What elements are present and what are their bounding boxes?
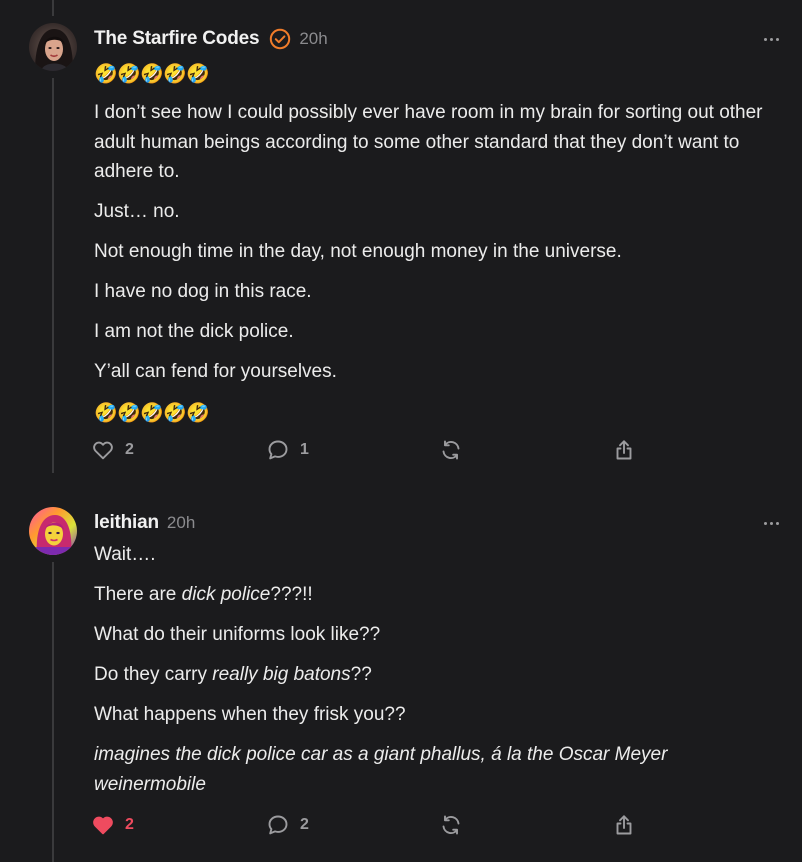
rofl-emoji-icon: 🤣	[94, 402, 118, 424]
reply-button[interactable]: 2	[266, 812, 309, 838]
post-paragraph: What do their uniforms look like??	[94, 624, 381, 645]
reply-count: 2	[300, 816, 309, 833]
post-paragraph: I am not the dick police.	[94, 321, 294, 342]
rofl-emoji-icon: 🤣	[117, 63, 141, 85]
thread-connector	[52, 562, 54, 862]
thread-view: The Starfire Codes 20h 🤣 🤣 🤣 🤣 🤣 I don’t…	[0, 0, 802, 862]
author-name[interactable]: The Starfire Codes	[94, 28, 260, 50]
post-paragraph: Not enough time in the day, not enough m…	[94, 241, 622, 262]
italic-segment: dick police	[181, 584, 271, 605]
share-button[interactable]	[612, 437, 636, 463]
post-actions: 2 2	[91, 812, 651, 838]
rofl-emoji-icon: 🤣	[140, 63, 164, 85]
like-count: 2	[125, 816, 134, 833]
post-header: The Starfire Codes 20h	[94, 26, 328, 52]
post-header: leithian 20h	[94, 510, 195, 536]
more-horizontal-icon[interactable]	[764, 520, 784, 526]
like-button[interactable]: 2	[91, 812, 134, 838]
heart-filled-icon	[91, 813, 115, 837]
rofl-emoji-icon: 🤣	[163, 402, 187, 424]
thread-connector	[52, 78, 54, 473]
repost-button[interactable]	[439, 812, 463, 838]
rofl-emoji-icon: 🤣	[117, 402, 141, 424]
more-horizontal-icon[interactable]	[764, 36, 784, 42]
text-segment: ??	[350, 664, 372, 685]
heart-icon	[91, 438, 115, 462]
post-paragraph: I have no dog in this race.	[94, 281, 312, 302]
repost-icon	[439, 813, 463, 837]
post-paragraph: Do they carry really big batons??	[94, 660, 784, 690]
post-paragraph: Y’all can fend for yourselves.	[94, 361, 337, 382]
post-paragraph: What happens when they frisk you??	[94, 704, 406, 725]
like-count: 2	[125, 441, 134, 458]
timestamp[interactable]: 20h	[299, 29, 327, 49]
rofl-emoji-icon: 🤣	[140, 402, 164, 424]
verified-badge-icon	[269, 28, 291, 50]
timestamp[interactable]: 20h	[167, 513, 195, 533]
post-body: 🤣 🤣 🤣 🤣 🤣 I don’t see how I could possib…	[94, 58, 784, 424]
share-icon	[612, 438, 636, 462]
thread-connector	[52, 0, 54, 16]
comment-icon	[266, 813, 290, 837]
text-segment: ???!!	[270, 584, 313, 605]
share-icon	[612, 813, 636, 837]
text-segment: Do they carry	[94, 664, 213, 685]
post-paragraph: Just… no.	[94, 201, 180, 222]
like-button[interactable]: 2	[91, 437, 134, 463]
text-segment: There are	[94, 584, 182, 605]
post-paragraph: Wait….	[94, 544, 156, 565]
post-paragraph: I don’t see how I could possibly ever ha…	[94, 102, 763, 182]
avatar[interactable]	[29, 507, 77, 555]
emoji-row: 🤣 🤣 🤣 🤣 🤣	[94, 58, 784, 85]
italic-segment: really big batons	[212, 664, 351, 685]
repost-button[interactable]	[439, 437, 463, 463]
author-name[interactable]: leithian	[94, 512, 159, 534]
rofl-emoji-icon: 🤣	[163, 63, 187, 85]
comment-icon	[266, 438, 290, 462]
post-paragraph: There are dick police???!!	[94, 580, 784, 610]
repost-icon	[439, 438, 463, 462]
post-body: Wait…. There are dick police???!! What d…	[94, 540, 784, 810]
italic-segment: imagines the dick police car as a giant …	[94, 744, 668, 795]
rofl-emoji-icon: 🤣	[186, 63, 210, 85]
reply-count: 1	[300, 441, 309, 458]
emoji-row: 🤣 🤣 🤣 🤣 🤣	[94, 397, 784, 424]
avatar[interactable]	[29, 23, 77, 71]
rofl-emoji-icon: 🤣	[94, 63, 118, 85]
rofl-emoji-icon: 🤣	[186, 402, 210, 424]
post-actions: 2 1	[91, 437, 651, 463]
share-button[interactable]	[612, 812, 636, 838]
post-paragraph: imagines the dick police car as a giant …	[94, 740, 784, 799]
reply-button[interactable]: 1	[266, 437, 309, 463]
